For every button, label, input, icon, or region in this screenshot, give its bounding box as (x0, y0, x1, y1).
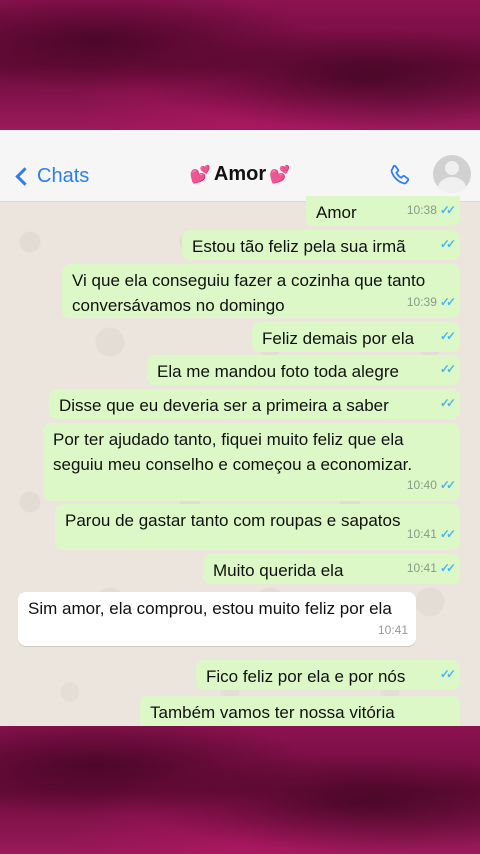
message-time: 10:41 (377, 623, 408, 637)
message-bubble[interactable]: Também vamos ter nossa vitória (140, 696, 460, 726)
message-time: 10:38 (406, 203, 437, 217)
message-text: Por ter ajudado tanto, fiquei muito feli… (53, 430, 413, 474)
message-bubble[interactable]: Por ter ajudado tanto, fiquei muito feli… (43, 423, 460, 501)
chat-header: Chats 💕 Amor 💕 (0, 130, 480, 202)
message-meta: ✓✓ (439, 662, 456, 687)
message-bubble[interactable]: Fico feliz por ela e por nós ✓✓ (196, 660, 460, 690)
phone-call-icon[interactable] (386, 162, 414, 190)
message-bubble[interactable]: Vi que ela conseguiu fazer a cozinha que… (62, 264, 460, 318)
heart-emoji-right: 💕 (269, 164, 291, 184)
message-meta: 10:39 ✓✓ (406, 290, 456, 315)
message-text: Amor (316, 203, 357, 222)
heart-emoji-left: 💕 (189, 164, 211, 184)
read-ticks-icon: ✓✓ (439, 295, 456, 309)
message-meta: 10:41 ✓✓ (406, 556, 456, 581)
message-text: Fico feliz por ela e por nós (206, 667, 406, 686)
read-ticks-icon: ✓✓ (439, 527, 456, 541)
message-text: Vi que ela conseguiu fazer a cozinha que… (72, 271, 426, 315)
contact-title[interactable]: 💕 Amor 💕 (150, 163, 330, 186)
avatar-head (445, 161, 459, 175)
message-text: Feliz demais por ela (262, 329, 415, 348)
read-ticks-icon: ✓✓ (439, 203, 456, 217)
contact-name: Amor (213, 163, 267, 185)
message-text: Também vamos ter nossa vitória (150, 703, 395, 722)
chevron-left-icon (15, 166, 34, 186)
message-text: Sim amor, ela comprou, estou muito feliz… (28, 599, 392, 618)
background-bottom (0, 726, 480, 854)
message-meta: 10:38 ✓✓ (406, 198, 456, 223)
message-meta: ✓✓ (439, 391, 456, 416)
message-text: Disse que eu deveria ser a primeira a sa… (59, 396, 389, 415)
message-meta: ✓✓ (439, 324, 456, 349)
message-time: 10:41 (406, 561, 437, 575)
message-bubble[interactable]: Disse que eu deveria ser a primeira a sa… (49, 389, 460, 419)
message-text: Muito querida ela (213, 561, 344, 580)
read-ticks-icon: ✓✓ (439, 396, 456, 410)
message-bubble[interactable]: Amor 10:38 ✓✓ (306, 196, 460, 226)
message-bubble[interactable]: Parou de gastar tanto com roupas e sapat… (55, 504, 460, 550)
message-text: Ela me mandou foto toda alegre (157, 362, 399, 381)
message-bubble-incoming[interactable]: Sim amor, ela comprou, estou muito feliz… (18, 592, 416, 646)
chat-screen: Chats 💕 Amor 💕 Amor 10:38 ✓✓ Estou tão fe… (0, 130, 480, 726)
message-bubble[interactable]: Ela me mandou foto toda alegre ✓✓ (147, 355, 460, 385)
message-list: Amor 10:38 ✓✓ Estou tão feliz pela sua ir… (0, 196, 480, 726)
message-time: 10:41 (406, 527, 437, 541)
message-bubble[interactable]: Muito querida ela 10:41 ✓✓ (203, 554, 460, 584)
read-ticks-icon: ✓✓ (439, 561, 456, 575)
message-time: 10:40 (406, 478, 437, 492)
message-meta: 10:41 ✓✓ (406, 522, 456, 547)
message-meta: ✓✓ (439, 357, 456, 382)
message-time: 10:39 (406, 295, 437, 309)
read-ticks-icon: ✓✓ (439, 329, 456, 343)
read-ticks-icon: ✓✓ (439, 237, 456, 251)
read-ticks-icon: ✓✓ (439, 667, 456, 681)
message-bubble[interactable]: Feliz demais por ela ✓✓ (252, 322, 460, 352)
read-ticks-icon: ✓✓ (439, 478, 456, 492)
message-bubble[interactable]: Estou tão feliz pela sua irmã ✓✓ (182, 230, 460, 260)
back-button[interactable]: Chats (14, 162, 89, 190)
message-meta: ✓✓ (439, 232, 456, 257)
contact-avatar[interactable] (433, 155, 471, 193)
message-text: Estou tão feliz pela sua irmã (192, 237, 406, 256)
avatar-body (438, 177, 466, 193)
message-meta: 10:41 (378, 618, 408, 643)
back-label: Chats (37, 164, 90, 187)
read-ticks-icon: ✓✓ (439, 362, 456, 376)
message-meta: 10:40 ✓✓ (406, 473, 456, 498)
message-text: Parou de gastar tanto com roupas e sapat… (65, 511, 401, 530)
background-top (0, 0, 480, 130)
